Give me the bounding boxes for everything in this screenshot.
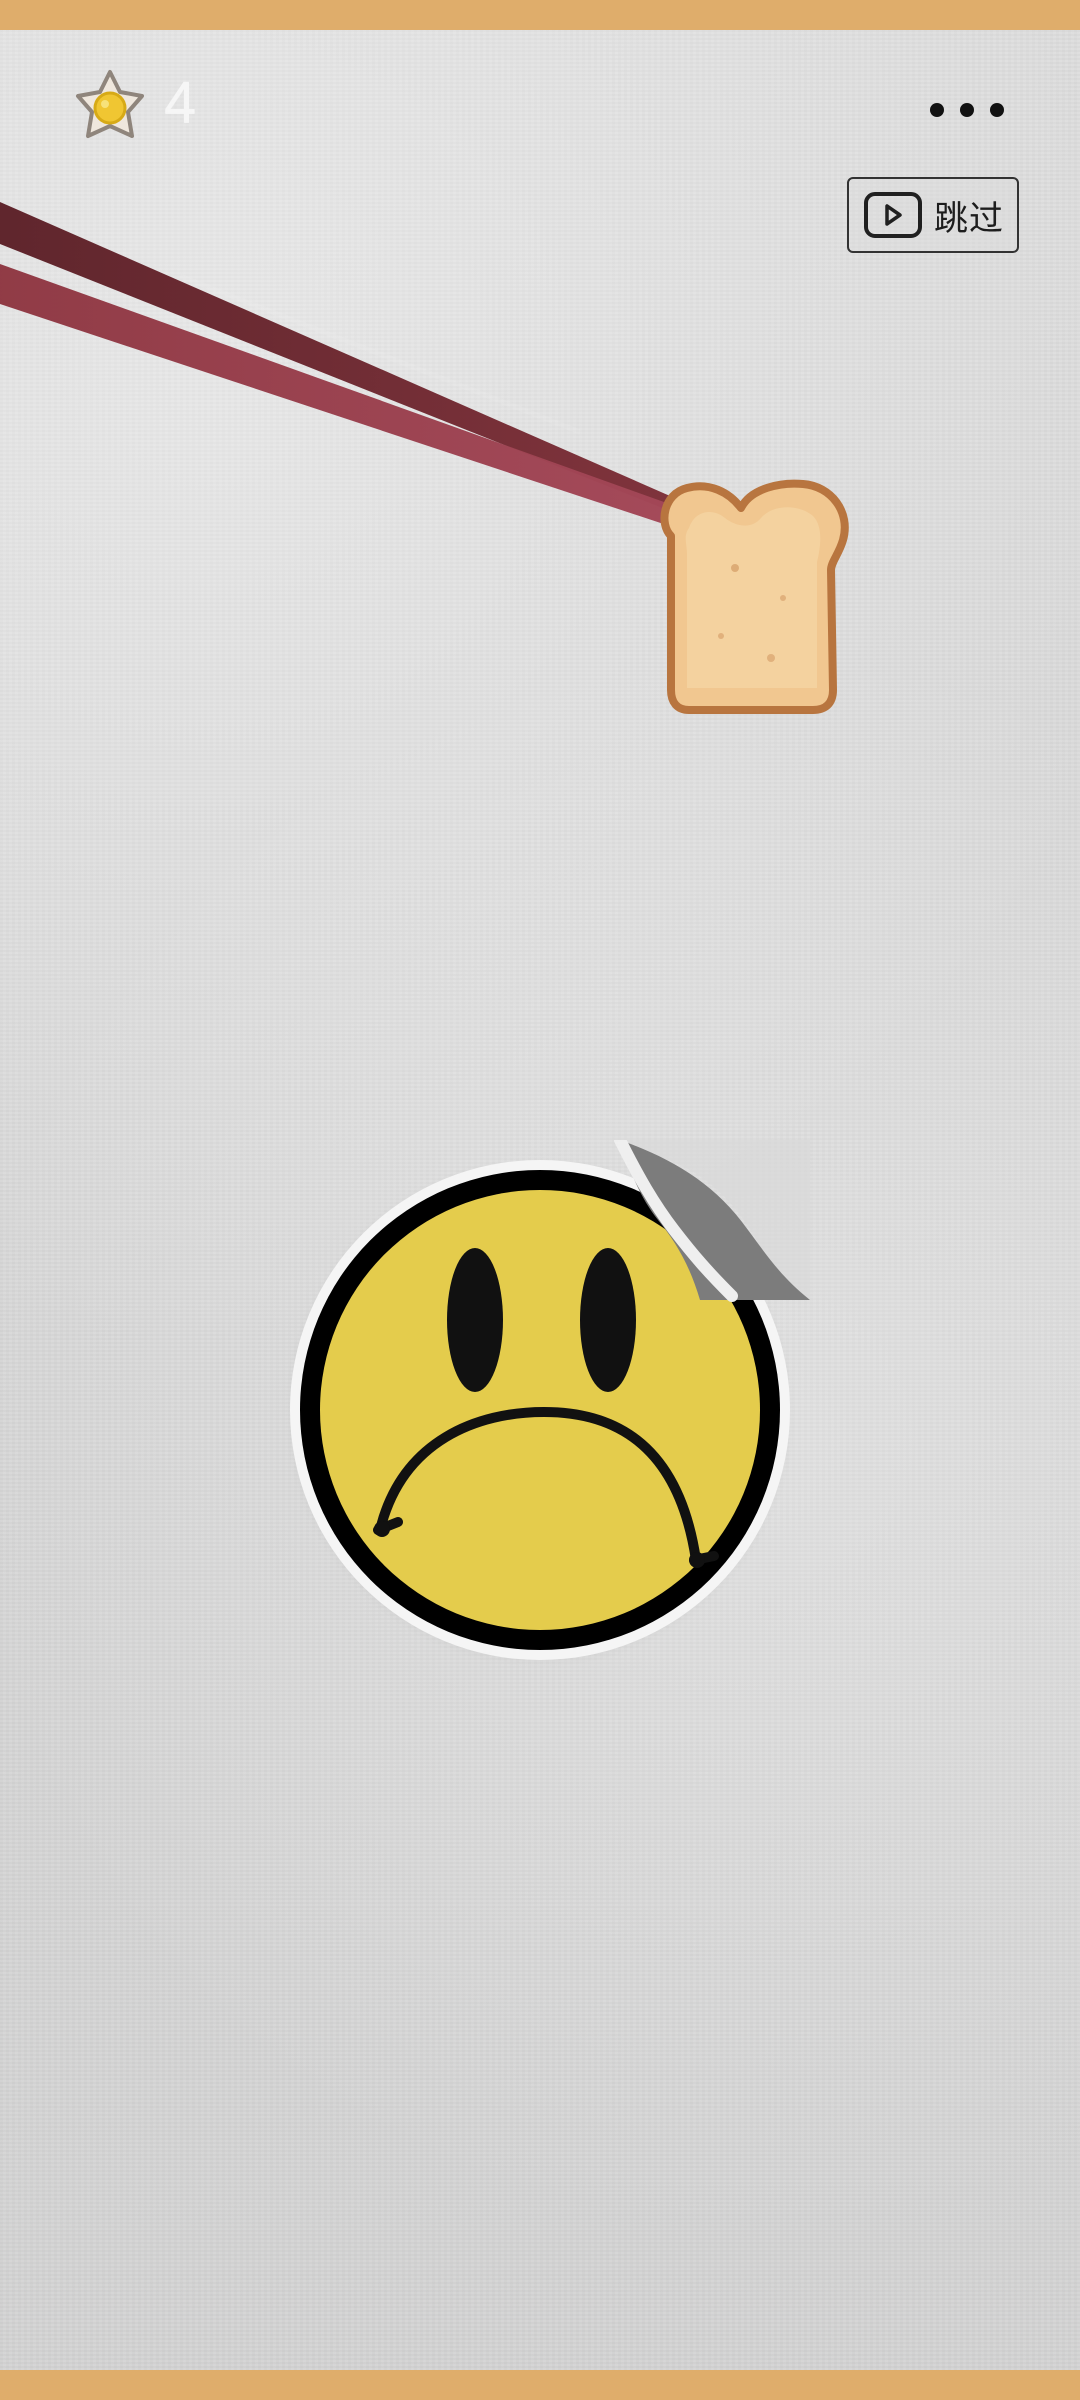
skip-label: 跳过 — [934, 198, 1004, 239]
coin-count: 4 — [164, 70, 197, 135]
game-screen: 4 跳过 — [0, 0, 1080, 2400]
sad-face-sticker — [284, 1140, 810, 1668]
more-icon — [930, 103, 944, 117]
bottom-frame-bar — [0, 2370, 1080, 2400]
play-icon — [864, 192, 922, 238]
skip-button[interactable]: 跳过 — [847, 177, 1019, 253]
more-icon — [990, 103, 1004, 117]
more-button[interactable] — [930, 88, 1004, 132]
fried-egg-star-icon — [66, 68, 154, 152]
toast-slice — [660, 479, 849, 714]
more-icon — [960, 103, 974, 117]
top-frame-bar — [0, 0, 1080, 30]
